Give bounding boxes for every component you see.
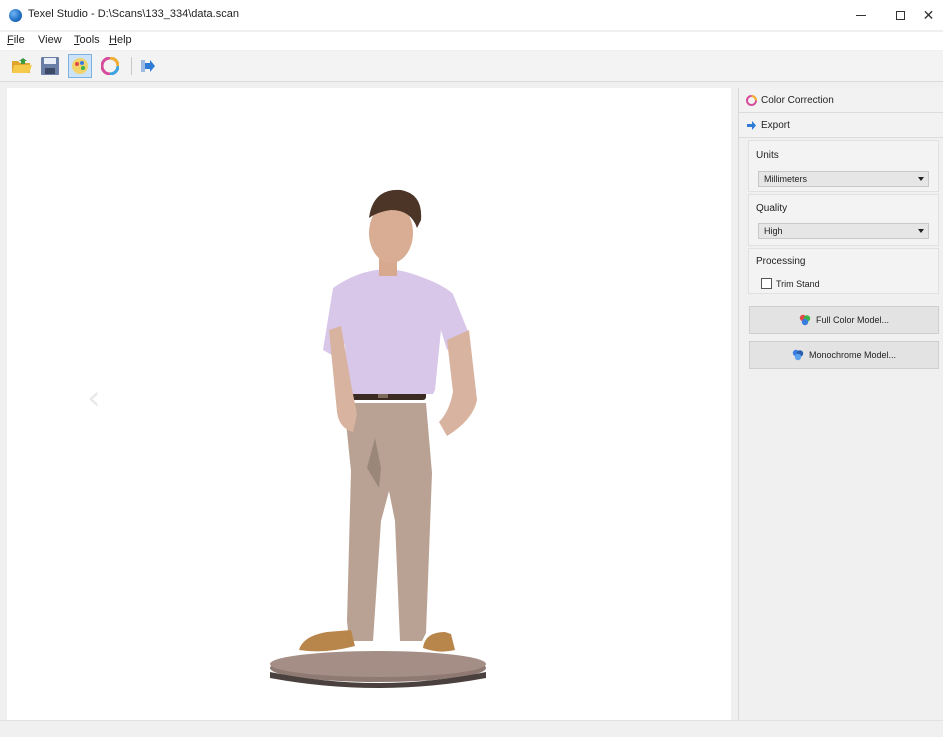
maximize-button[interactable] (882, 0, 918, 30)
monochrome-model-button[interactable]: Monochrome Model... (749, 341, 939, 369)
side-panel: Color Correction Export Units Millimeter… (738, 88, 943, 720)
menu-help[interactable]: Help (109, 34, 132, 46)
save-icon (41, 57, 59, 75)
open-button[interactable] (10, 54, 34, 78)
menu-file[interactable]: File (7, 34, 25, 46)
minimize-button[interactable] (843, 0, 879, 30)
tab-color-correction[interactable]: Color Correction (739, 88, 943, 113)
full-color-model-button[interactable]: Full Color Model... (749, 306, 939, 334)
export-arrow-icon (141, 60, 155, 72)
open-folder-icon (12, 58, 32, 73)
minimize-icon (856, 14, 866, 16)
title-bar: Texel Studio - D:\Scans\133_334\data.sca… (0, 0, 943, 30)
export-arrow-icon (745, 119, 757, 131)
app-logo-icon (9, 9, 22, 22)
export-button[interactable] (136, 54, 160, 78)
color-correction-button[interactable] (98, 54, 122, 78)
toolbar-separator (131, 57, 132, 75)
trim-stand-label: Trim Stand (776, 278, 820, 289)
units-select[interactable]: Millimeters (758, 171, 929, 187)
status-bar (0, 720, 943, 737)
quality-label: Quality (756, 203, 788, 214)
menu-view[interactable]: View (38, 34, 62, 46)
paint-icon (72, 58, 88, 74)
trim-stand-option[interactable]: Trim Stand (761, 278, 820, 289)
chevron-down-icon (918, 177, 924, 181)
export-panel-body: Units Millimeters Quality High Processin… (739, 140, 943, 720)
3d-viewport[interactable]: ‹ › (7, 88, 731, 720)
chevron-down-icon (918, 229, 924, 233)
close-icon: ✕ (922, 6, 935, 23)
close-button[interactable]: ✕ (914, 0, 943, 30)
tab-export[interactable]: Export (739, 113, 943, 138)
units-label: Units (756, 150, 779, 161)
processing-label: Processing (756, 256, 806, 267)
color-wheel-icon (101, 57, 119, 75)
menu-tools[interactable]: Tools (74, 34, 100, 46)
menu-bar: File View Tools Help (0, 32, 943, 50)
monochrome-model-icon (792, 349, 804, 361)
paint-texture-button[interactable] (68, 54, 92, 78)
maximize-icon (895, 10, 905, 20)
scanned-model[interactable] (7, 88, 731, 720)
trim-stand-checkbox[interactable] (761, 278, 772, 289)
quality-select[interactable]: High (758, 223, 929, 239)
color-wheel-icon (745, 94, 757, 106)
toolbar (0, 51, 943, 82)
full-color-model-icon (799, 314, 811, 326)
save-button[interactable] (38, 54, 62, 78)
window-title: Texel Studio - D:\Scans\133_334\data.sca… (28, 8, 239, 20)
